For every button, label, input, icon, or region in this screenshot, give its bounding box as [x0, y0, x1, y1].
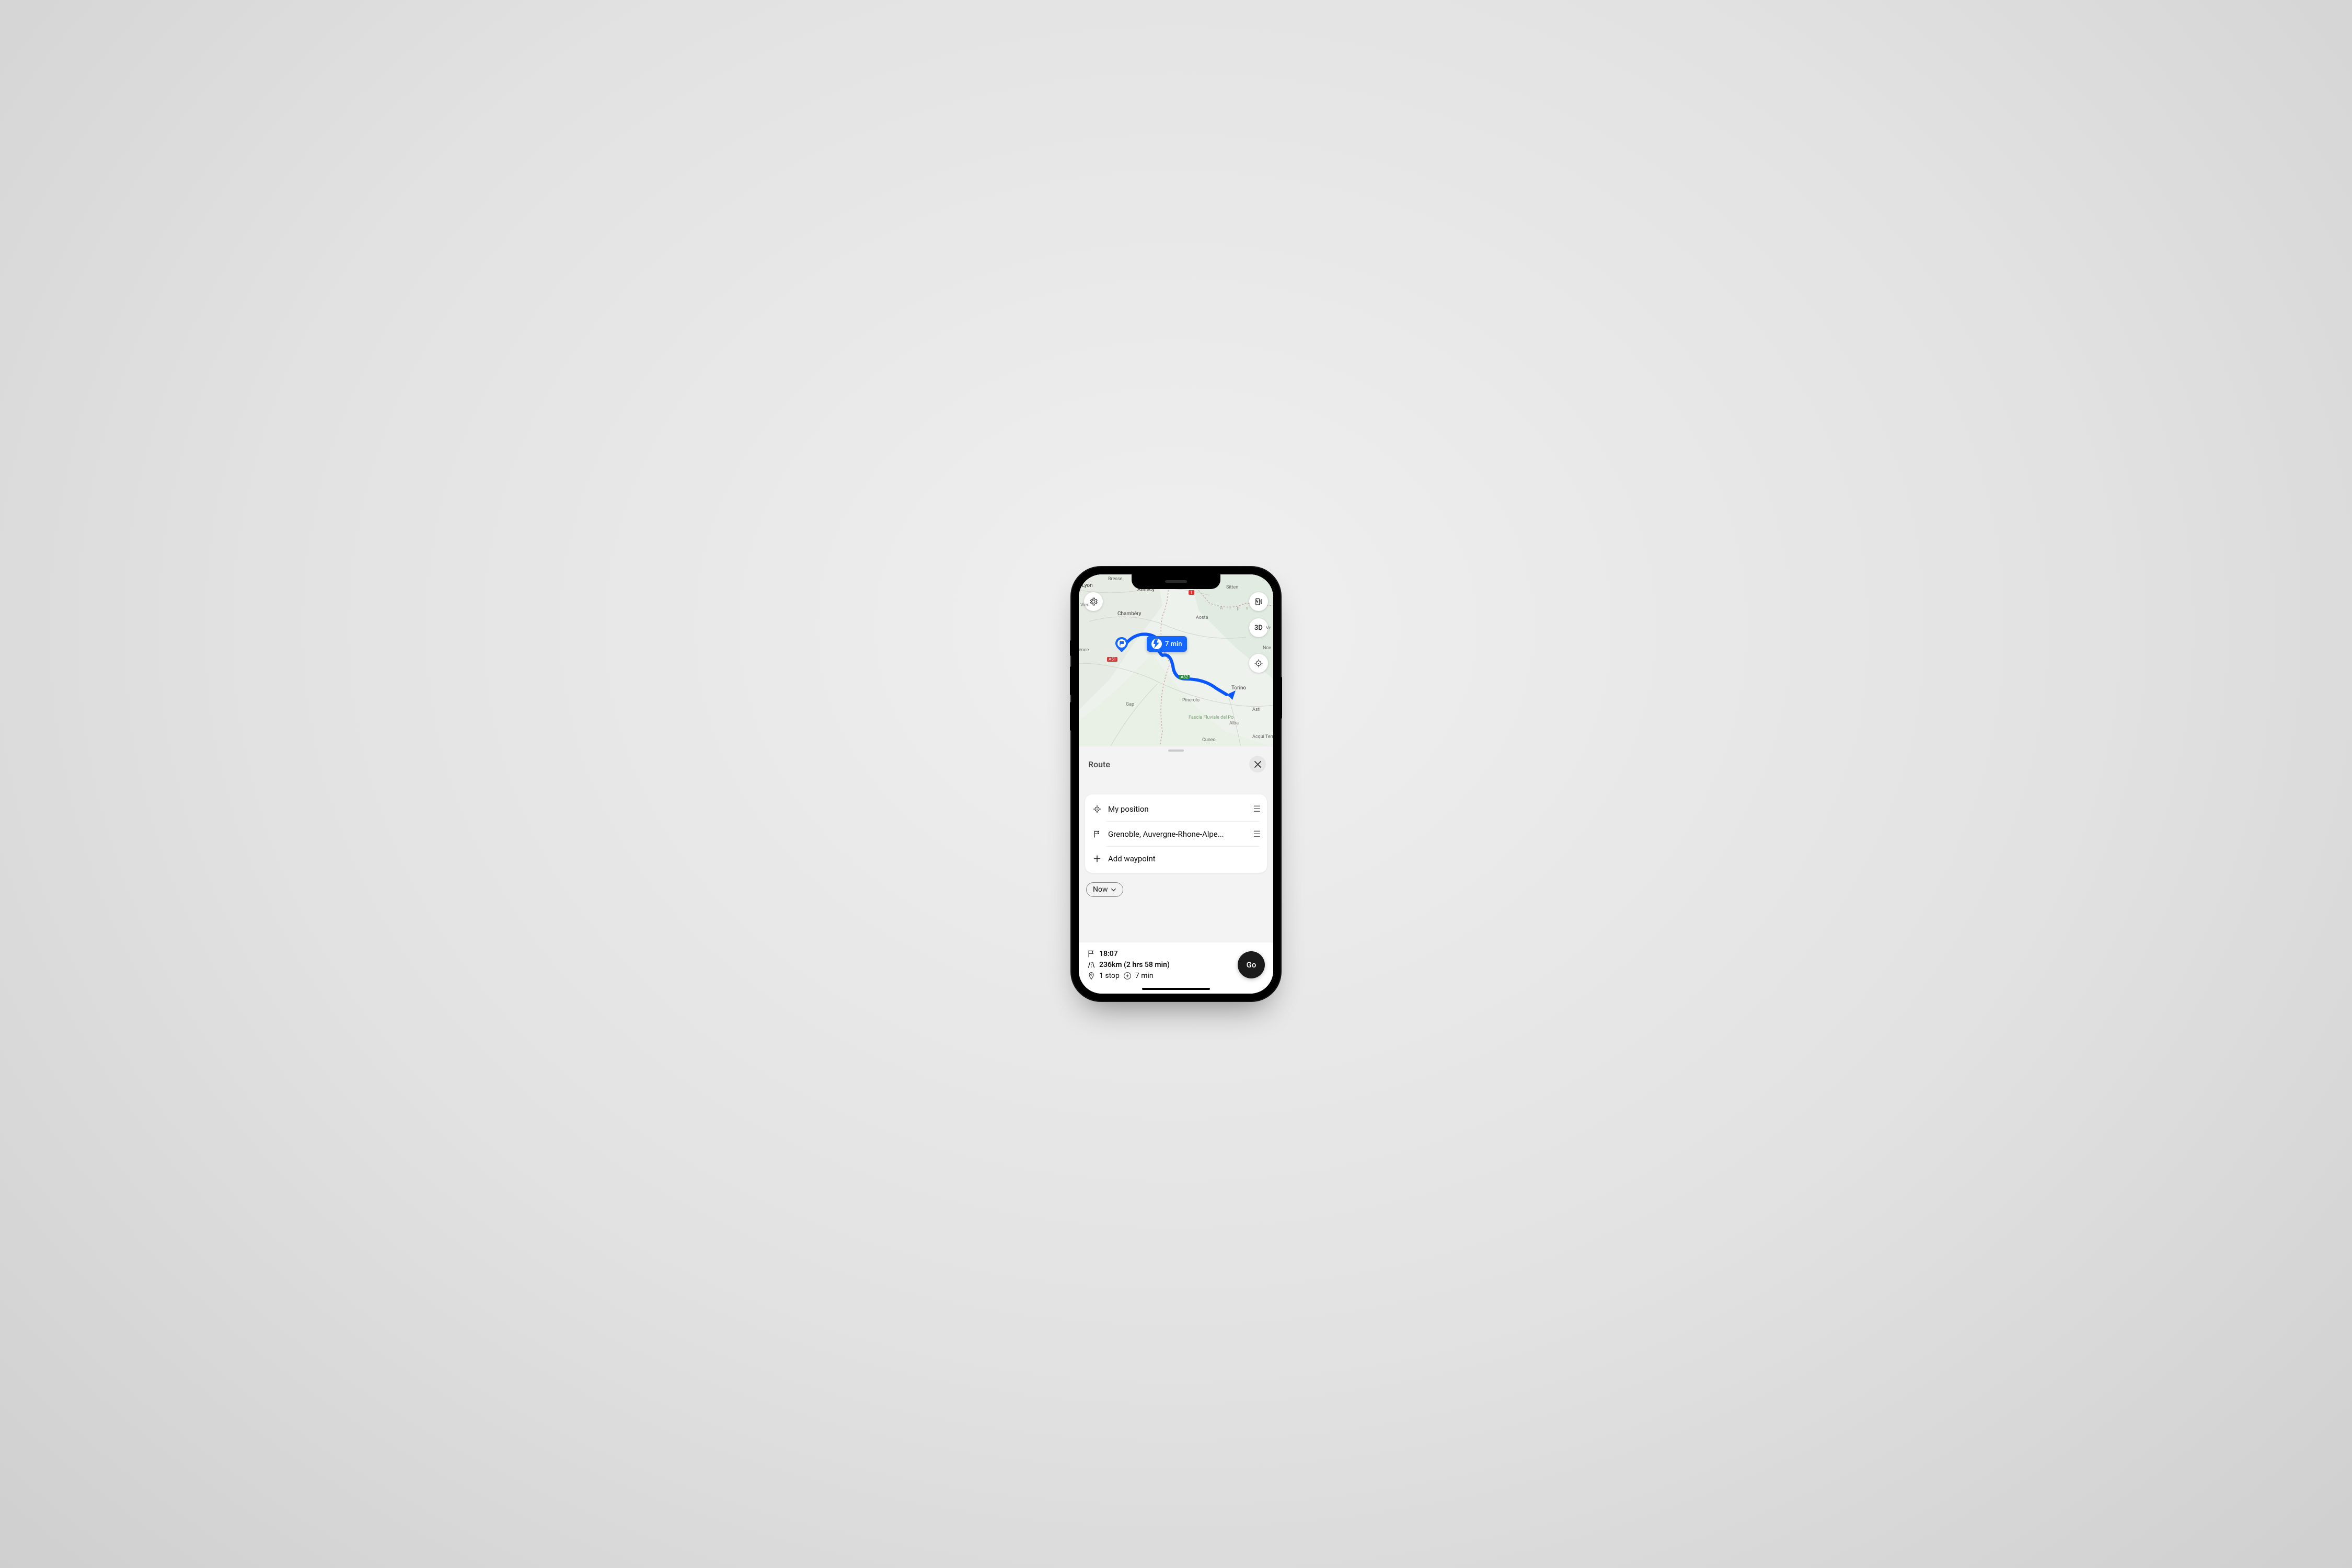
- waypoint-destination-label: Grenoble, Auvergne-Rhone-Alpe...: [1108, 829, 1247, 839]
- add-waypoint-button[interactable]: Add waypoint: [1106, 846, 1260, 871]
- settings-button[interactable]: [1084, 592, 1103, 611]
- charge-stop-tooltip[interactable]: 7 min: [1147, 636, 1187, 652]
- road-icon: [1087, 961, 1096, 969]
- phone-side-button: [1280, 677, 1282, 719]
- chevron-down-icon: [1111, 887, 1116, 893]
- crosshair-icon: [1254, 659, 1263, 668]
- flag-icon: [1092, 830, 1102, 838]
- map-canvas[interactable]: 7 min 3D Lyon Bresse Annecy Sitten Chamb…: [1079, 574, 1273, 747]
- charge-icon: [1151, 639, 1162, 649]
- charge-tooltip-text: 7 min: [1165, 640, 1182, 648]
- phone-side-button: [1070, 640, 1072, 656]
- departure-time-chip[interactable]: Now: [1086, 882, 1123, 897]
- crosshair-icon: [1092, 805, 1102, 813]
- route-sheet: Route My position ☰: [1079, 746, 1273, 994]
- summary-distance: 236km (2 hrs 58 min): [1087, 961, 1170, 969]
- departure-time-label: Now: [1093, 885, 1108, 894]
- fuel-ev-icon: [1254, 597, 1263, 606]
- plus-icon: [1092, 855, 1102, 863]
- recenter-button[interactable]: [1249, 654, 1268, 673]
- summary-arrival: 18:07: [1087, 950, 1170, 958]
- sheet-title: Route: [1088, 759, 1110, 769]
- charging-stations-button[interactable]: [1249, 592, 1268, 611]
- add-waypoint-label: Add waypoint: [1108, 854, 1260, 863]
- summary-stops: 1 stop 7 min: [1087, 972, 1170, 980]
- waypoint-start[interactable]: My position ☰: [1092, 797, 1260, 821]
- arrival-time: 18:07: [1099, 950, 1118, 958]
- route-start-pin[interactable]: [1114, 637, 1129, 652]
- road-shield: A51: [1107, 657, 1117, 662]
- notch: [1132, 574, 1220, 589]
- phone-mockup: 7 min 3D Lyon Bresse Annecy Sitten Chamb…: [1071, 567, 1281, 1001]
- gear-icon: [1089, 597, 1098, 606]
- view-mode-toggle[interactable]: 3D: [1249, 618, 1268, 637]
- phone-side-button: [1070, 702, 1072, 731]
- bolt-circle-icon: [1123, 972, 1132, 980]
- waypoint-start-label: My position: [1108, 804, 1247, 814]
- view-mode-label: 3D: [1254, 624, 1263, 632]
- distance-duration: 236km (2 hrs 58 min): [1099, 961, 1170, 969]
- waypoints-card: My position ☰ Grenoble, Auvergne-Rhone-A…: [1085, 794, 1267, 873]
- close-icon: [1254, 760, 1262, 768]
- go-button-label: Go: [1247, 960, 1256, 970]
- waypoint-destination[interactable]: Grenoble, Auvergne-Rhone-Alpe... ☰: [1106, 821, 1260, 846]
- home-indicator: [1142, 988, 1210, 990]
- pin-icon: [1087, 972, 1096, 980]
- close-button[interactable]: [1249, 756, 1266, 773]
- phone-side-button: [1070, 666, 1072, 695]
- screen: 7 min 3D Lyon Bresse Annecy Sitten Chamb…: [1079, 574, 1273, 994]
- route-summary-bar: 18:07 236km (2 hrs 58 min) 1 stop 7 min …: [1079, 942, 1273, 994]
- road-shield: 1: [1189, 590, 1194, 595]
- flag-icon: [1087, 950, 1096, 958]
- go-button[interactable]: Go: [1238, 951, 1265, 978]
- drag-handle-icon[interactable]: ☰: [1253, 804, 1260, 814]
- drag-handle-icon[interactable]: ☰: [1253, 829, 1260, 839]
- road-shield: A32: [1179, 675, 1190, 679]
- stops-count: 1 stop: [1099, 972, 1120, 980]
- charge-time: 7 min: [1135, 972, 1154, 980]
